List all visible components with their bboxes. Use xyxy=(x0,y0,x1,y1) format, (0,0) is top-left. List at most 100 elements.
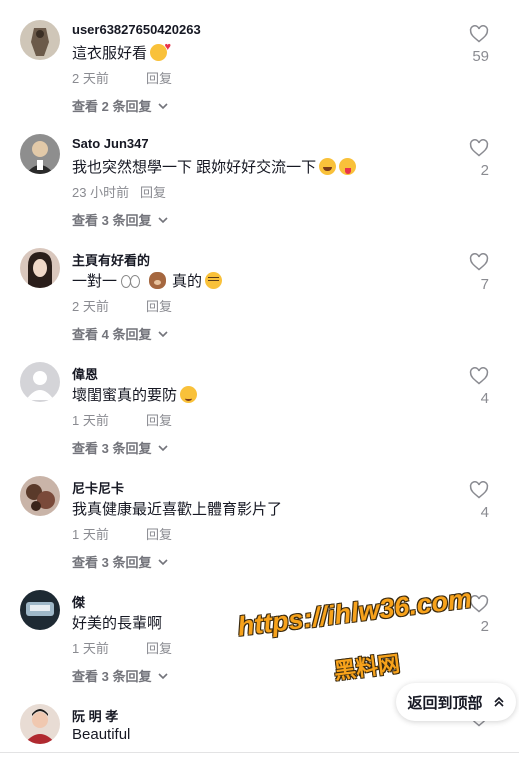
view-replies-button[interactable]: 查看 3 条回复 xyxy=(72,552,169,571)
like-button[interactable] xyxy=(469,366,489,386)
comment-text-body: 我真健康最近喜歡上體育影片了 xyxy=(72,501,283,518)
zany-face-emoji-icon xyxy=(339,158,357,175)
view-replies-button[interactable]: 查看 3 条回复 xyxy=(72,210,169,229)
back-to-top-label: 返回到顶部 xyxy=(407,694,483,712)
comment-text: Beautiful xyxy=(72,726,130,743)
double-chevron-up-icon xyxy=(493,696,504,707)
chevron-down-icon xyxy=(158,444,169,451)
avatar[interactable] xyxy=(20,590,60,630)
view-replies-button[interactable]: 查看 4 条回复 xyxy=(72,324,169,343)
chevron-down-icon xyxy=(158,216,169,223)
like-button[interactable] xyxy=(469,138,489,158)
comment-text: 壞閨蜜真的要防 xyxy=(72,384,198,405)
view-replies-label: 查看 3 条回复 xyxy=(72,555,152,570)
view-replies-label: 查看 3 条回复 xyxy=(72,213,152,228)
like-button[interactable] xyxy=(469,480,489,500)
eyes-emoji-icon xyxy=(120,272,141,289)
comment-date: 1 天前 xyxy=(72,413,109,428)
smirking-face-emoji-icon xyxy=(180,386,198,403)
like-count: 2 xyxy=(480,162,489,179)
comment-text: 好美的長輩啊 xyxy=(72,612,162,633)
comment-username[interactable]: user63827650420263 xyxy=(72,22,201,37)
reply-button[interactable]: 回复 xyxy=(146,71,172,86)
bear-emoji-icon xyxy=(149,272,167,289)
reply-button[interactable]: 回复 xyxy=(146,641,172,656)
like-count: 2 xyxy=(480,618,489,635)
comment-date: 23 小时前 xyxy=(72,185,130,200)
comment-item: user63827650420263 這衣服好看 2 天前 回复 查看 2 条回复… xyxy=(0,0,519,114)
avatar[interactable] xyxy=(20,362,60,402)
comment-text: 我真健康最近喜歡上體育影片了 xyxy=(72,498,282,519)
comment-item: 偉恩 壞閨蜜真的要防 1 天前 回复 查看 3 条回复 4 xyxy=(0,342,519,456)
heart-outline-icon xyxy=(469,253,489,271)
comment-meta: 1 天前 回复 xyxy=(72,638,172,657)
comment-text-body: 這衣服好看 xyxy=(72,45,148,62)
divider xyxy=(0,752,519,753)
comment-username[interactable]: 尼卡尼卡 xyxy=(72,478,124,497)
chevron-down-icon xyxy=(158,330,169,337)
comment-list: user63827650420263 這衣服好看 2 天前回复 查看 2 条回复… xyxy=(0,0,519,772)
reply-button[interactable]: 回复 xyxy=(146,413,172,428)
comment-username[interactable]: 偉恩 xyxy=(72,364,98,383)
comment-date: 2 天前 xyxy=(72,71,109,86)
view-replies-button[interactable]: 查看 3 条回复 xyxy=(72,438,169,457)
pleading-face-emoji-icon xyxy=(205,272,223,289)
view-replies-button[interactable]: 查看 3 条回复 xyxy=(72,666,169,685)
view-replies-label: 查看 4 条回复 xyxy=(72,327,152,342)
back-to-top-button[interactable]: 返回到顶部 xyxy=(396,683,516,721)
like-count: 4 xyxy=(480,390,489,407)
comment-text: 我也突然想學一下 跟妳好好交流一下 xyxy=(72,156,357,177)
like-count: 59 xyxy=(472,48,489,65)
comment-text-body: 我也突然想學一下 跟妳好好交流一下 xyxy=(72,159,317,176)
chevron-down-icon xyxy=(158,102,169,109)
comment-meta: 1 天前 回复 xyxy=(72,410,172,429)
comment-date: 1 天前 xyxy=(72,641,109,656)
like-count: 7 xyxy=(480,276,489,293)
reply-button[interactable]: 回复 xyxy=(146,527,172,542)
smiling-face-hearts-emoji-icon xyxy=(150,41,171,61)
comment-text: 一對一 真的 xyxy=(72,270,223,291)
avatar[interactable] xyxy=(20,476,60,516)
heart-outline-icon xyxy=(469,595,489,613)
comment-date: 1 天前 xyxy=(72,527,109,542)
comment-text-body: 一對一 xyxy=(72,273,118,290)
view-replies-label: 查看 3 条回复 xyxy=(72,441,152,456)
comment-item: 尼卡尼卡 我真健康最近喜歡上體育影片了 1 天前 回复 查看 3 条回复 4 xyxy=(0,456,519,570)
view-replies-button[interactable]: 查看 2 条回复 xyxy=(72,96,169,115)
comment-meta: 2 天前 回复 xyxy=(72,68,172,87)
avatar[interactable] xyxy=(20,20,60,60)
chevron-down-icon xyxy=(158,558,169,565)
comment-text-body: 壞閨蜜真的要防 xyxy=(72,387,178,404)
comment-text-suffix: 真的 xyxy=(172,273,203,290)
comment-meta: 1 天前 回复 xyxy=(72,524,172,543)
like-button[interactable] xyxy=(469,594,489,614)
avatar[interactable] xyxy=(20,704,60,744)
heart-outline-icon xyxy=(469,25,489,43)
chevron-down-icon xyxy=(158,672,169,679)
reply-button[interactable]: 回复 xyxy=(140,185,166,200)
comment-item: Sato Jun347 我也突然想學一下 跟妳好好交流一下 23 小时前 回复 查… xyxy=(0,114,519,228)
comment-username[interactable]: Sato Jun347 xyxy=(72,136,149,151)
comment-text-body: Beautiful xyxy=(72,726,131,743)
rolling-laughing-emoji-icon xyxy=(319,158,337,175)
comment-username[interactable]: 阮 明 孝 xyxy=(72,706,118,725)
heart-outline-icon xyxy=(469,139,489,157)
comment-username[interactable]: 主頁有好看的 xyxy=(72,250,150,269)
comment-username[interactable]: 傑 xyxy=(72,592,85,611)
heart-outline-icon xyxy=(469,481,489,499)
view-replies-label: 查看 2 条回复 xyxy=(72,99,152,114)
comment-text: 這衣服好看 xyxy=(72,41,171,63)
avatar[interactable] xyxy=(20,248,60,288)
reply-button[interactable]: 回复 xyxy=(146,299,172,314)
heart-outline-icon xyxy=(469,367,489,385)
comment-item: 傑 好美的長輩啊 1 天前 回复 查看 3 条回复 2 xyxy=(0,570,519,684)
comment-item: 主頁有好看的 一對一 真的 2 天前 回复 查看 4 条回复 7 xyxy=(0,228,519,342)
comment-text-body: 好美的長輩啊 xyxy=(72,615,163,632)
like-button[interactable] xyxy=(469,252,489,272)
comment-date: 2 天前 xyxy=(72,299,109,314)
comment-meta: 2 天前 回复 xyxy=(72,296,172,315)
like-button[interactable] xyxy=(469,24,489,44)
avatar[interactable] xyxy=(20,134,60,174)
like-count: 4 xyxy=(480,504,489,521)
view-replies-label: 查看 3 条回复 xyxy=(72,669,152,684)
